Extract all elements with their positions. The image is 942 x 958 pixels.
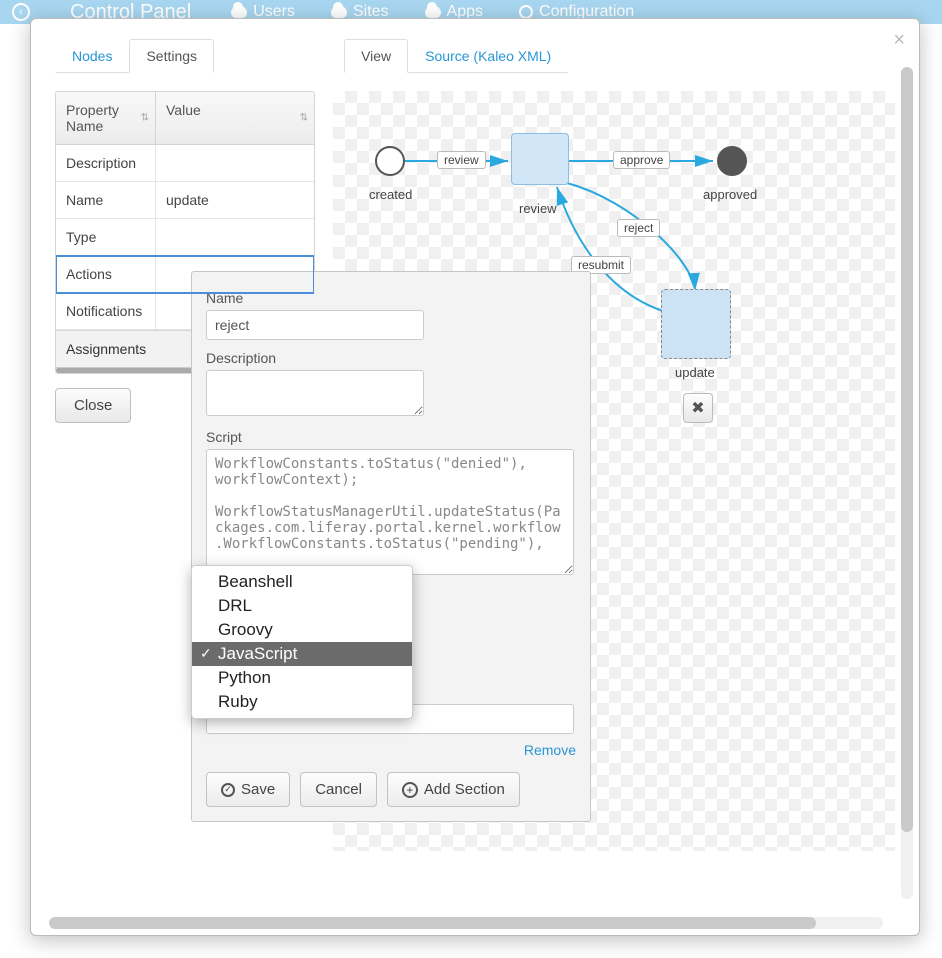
globe-icon [331, 6, 347, 18]
tab-nodes[interactable]: Nodes [55, 39, 129, 73]
tab-settings[interactable]: Settings [129, 39, 214, 73]
edge-label-review[interactable]: review [437, 151, 486, 169]
apps-icon [425, 6, 441, 18]
modal-h-scrollbar[interactable] [49, 917, 883, 929]
table-row-actions[interactable]: Actions [56, 256, 314, 293]
table-row[interactable]: Name update [56, 182, 314, 219]
cloud-icon [231, 6, 247, 18]
col-property-name[interactable]: Property Name ⇅ [56, 92, 156, 144]
node-label-created: created [369, 187, 412, 202]
back-icon[interactable]: ‹ [12, 3, 30, 21]
name-input[interactable] [206, 310, 424, 340]
check-icon: ✓ [221, 783, 235, 797]
description-input[interactable] [206, 370, 424, 416]
dropdown-option[interactable]: Groovy [192, 618, 412, 642]
node-label-approved: approved [703, 187, 757, 202]
dropdown-option[interactable]: Beanshell [192, 570, 412, 594]
node-review[interactable] [511, 133, 569, 185]
sort-icon: ⇅ [300, 113, 308, 124]
save-button[interactable]: ✓ Save [206, 772, 290, 807]
dropdown-option[interactable]: Python [192, 666, 412, 690]
node-label-review: review [519, 201, 557, 216]
gear-icon [519, 5, 533, 19]
editor-tabs-row: Nodes Settings View Source (Kaleo XML) [55, 39, 895, 73]
dropdown-option-selected[interactable]: JavaScript [192, 642, 412, 666]
remove-link[interactable]: Remove [206, 742, 576, 758]
right-tabs: View Source (Kaleo XML) [344, 39, 568, 73]
sort-icon: ⇅ [141, 113, 149, 124]
delete-node-button[interactable]: ✖ [683, 393, 713, 423]
left-tabs: Nodes Settings [55, 39, 214, 73]
workflow-editor-modal: × Nodes Settings View Source (Kaleo XML)… [30, 18, 920, 936]
dropdown-option[interactable]: Ruby [192, 690, 412, 714]
script-language-dropdown[interactable]: Beanshell DRL Groovy JavaScript Python R… [191, 565, 413, 719]
add-section-button[interactable]: + Add Section [387, 772, 520, 807]
col-value[interactable]: Value ⇅ [156, 92, 314, 144]
dropdown-option[interactable]: DRL [192, 594, 412, 618]
tab-source[interactable]: Source (Kaleo XML) [408, 39, 568, 73]
panel-buttons: ✓ Save Cancel + Add Section [206, 772, 576, 807]
node-created[interactable] [375, 146, 405, 176]
node-update[interactable] [661, 289, 731, 359]
description-label: Description [206, 350, 576, 366]
table-header: Property Name ⇅ Value ⇅ [56, 92, 314, 145]
cancel-button[interactable]: Cancel [300, 772, 377, 807]
node-label-update: update [675, 365, 715, 380]
script-label: Script [206, 429, 576, 445]
node-approved[interactable] [717, 146, 747, 176]
edge-label-reject[interactable]: reject [617, 219, 660, 237]
close-button[interactable]: Close [55, 388, 131, 423]
table-row[interactable]: Type [56, 219, 314, 256]
action-edit-panel: Name Description Script Priority Remove … [191, 271, 591, 822]
modal-v-scrollbar[interactable] [901, 67, 913, 899]
tab-view[interactable]: View [344, 39, 408, 73]
edge-label-approve[interactable]: approve [613, 151, 670, 169]
script-input[interactable] [206, 449, 574, 575]
table-row[interactable]: Description [56, 145, 314, 182]
plus-icon: + [402, 782, 418, 798]
